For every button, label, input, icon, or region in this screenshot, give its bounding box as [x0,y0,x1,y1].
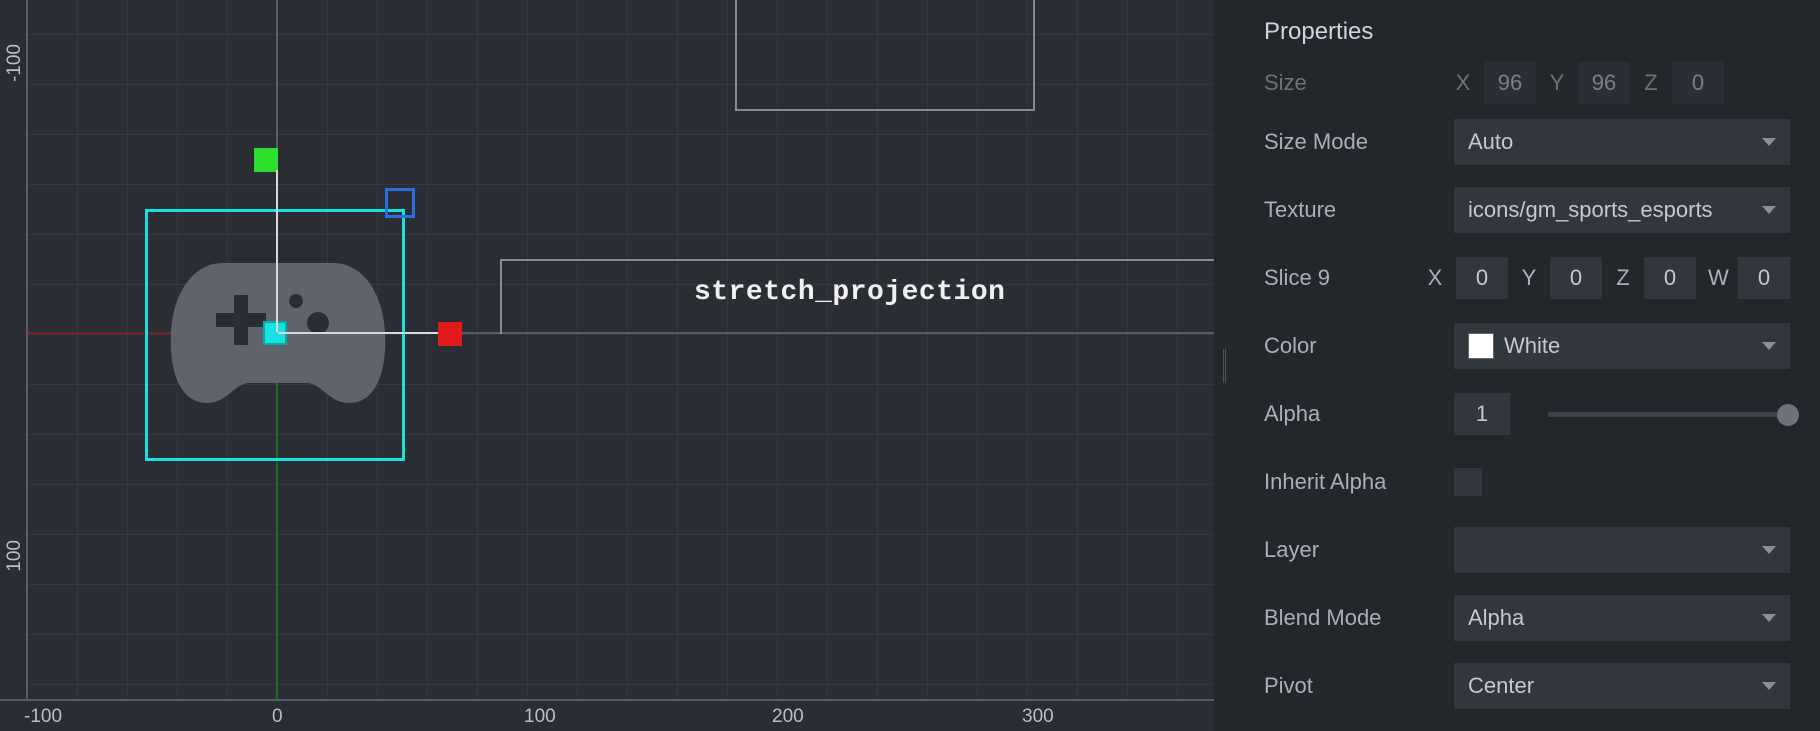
color-swatch [1468,333,1494,359]
scene-viewport[interactable]: stretch_projection -100 100 -100 0 100 2… [0,0,1214,731]
property-row-layer: Layer [1264,516,1790,584]
axis-label-x: X [1454,70,1472,96]
ruler-horizontal: -100 0 100 200 300 [0,699,1214,731]
select-value: Alpha [1468,605,1524,631]
chevron-down-icon [1762,614,1776,622]
properties-panel: Properties Size X 96 Y 96 Z 0 Size Mode … [1234,0,1820,731]
property-label: Color [1264,333,1454,359]
blend-mode-select[interactable]: Alpha [1454,595,1790,641]
ruler-tick: 0 [272,706,283,728]
size-x-input[interactable]: 96 [1484,62,1536,104]
property-label: Slice 9 [1264,265,1426,291]
size-z-input[interactable]: 0 [1672,62,1724,104]
select-value: icons/gm_sports_esports [1468,197,1713,223]
property-row-texture: Texture icons/gm_sports_esports [1264,176,1790,244]
property-row-size: Size X 96 Y 96 Z 0 [1264,58,1790,108]
axis-label-x: X [1426,265,1444,291]
gizmo-x-handle[interactable] [438,322,462,346]
color-select[interactable]: White [1454,323,1790,369]
axis-label-y: Y [1520,265,1538,291]
axis-label-w: W [1708,265,1726,291]
chevron-down-icon [1762,138,1776,146]
gizmo-y-line [276,170,278,332]
rotate-handle[interactable] [385,188,415,218]
gizmo-x-line [278,332,438,334]
axis-label-z: Z [1614,265,1632,291]
property-row-slice9: Slice 9 X 0 Y 0 Z 0 W 0 [1264,244,1790,312]
panel-splitter[interactable] [1214,0,1234,731]
property-label: Size Mode [1264,129,1454,155]
node-wire-horizontal [500,259,1214,261]
alpha-slider[interactable] [1548,412,1790,417]
inherit-alpha-checkbox[interactable] [1454,468,1482,496]
size-mode-select[interactable]: Auto [1454,119,1790,165]
property-row-color: Color White [1264,312,1790,380]
axis-label-y: Y [1548,70,1566,96]
property-label: Layer [1264,537,1454,563]
ruler-tick: -100 [4,44,26,82]
property-label: Inherit Alpha [1264,469,1454,495]
ruler-tick: 100 [4,540,26,572]
property-row-blend-mode: Blend Mode Alpha [1264,584,1790,652]
layer-select[interactable] [1454,527,1790,573]
slice9-x-input[interactable]: 0 [1456,257,1508,299]
select-value: White [1504,333,1560,359]
property-row-pivot: Pivot Center [1264,652,1790,720]
slider-thumb[interactable] [1777,404,1799,426]
size-y-input[interactable]: 96 [1578,62,1630,104]
node-label: stretch_projection [694,277,1005,308]
select-value: Auto [1468,129,1513,155]
node-outline-box [735,0,1035,111]
chevron-down-icon [1762,206,1776,214]
chevron-down-icon [1762,682,1776,690]
alpha-input[interactable]: 1 [1454,393,1510,435]
slice9-w-input[interactable]: 0 [1738,257,1790,299]
property-row-size-mode: Size Mode Auto [1264,108,1790,176]
property-label: Texture [1264,197,1454,223]
property-label: Pivot [1264,673,1454,699]
property-label: Blend Mode [1264,605,1454,631]
select-value: Center [1468,673,1534,699]
property-label: Size [1264,70,1454,96]
ruler-tick: 200 [772,706,804,728]
property-label: Alpha [1264,401,1454,427]
texture-select[interactable]: icons/gm_sports_esports [1454,187,1790,233]
ruler-vertical: -100 100 [0,0,28,699]
slice9-y-input[interactable]: 0 [1550,257,1602,299]
ruler-tick: 100 [524,706,556,728]
node-wire-vertical [500,259,502,334]
property-row-inherit-alpha: Inherit Alpha [1264,448,1790,516]
pivot-select[interactable]: Center [1454,663,1790,709]
property-row-alpha: Alpha 1 [1264,380,1790,448]
ruler-tick: -100 [24,706,62,728]
gizmo-y-handle[interactable] [254,148,278,172]
ruler-tick: 300 [1022,706,1054,728]
axis-label-z: Z [1642,70,1660,96]
slice9-z-input[interactable]: 0 [1644,257,1696,299]
chevron-down-icon [1762,546,1776,554]
chevron-down-icon [1762,342,1776,350]
